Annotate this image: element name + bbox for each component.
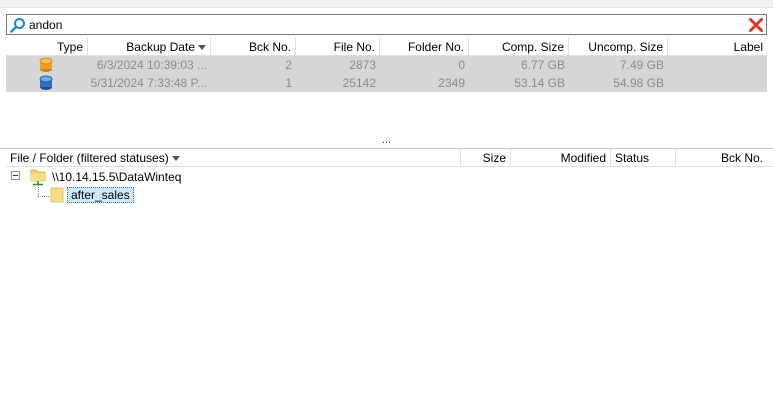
cell-comp-size: 53.14 GB — [514, 76, 565, 90]
top-strip — [0, 0, 773, 8]
search-bar — [6, 14, 767, 35]
col-label[interactable]: Label — [668, 38, 767, 56]
cell-uncomp-size: 7.49 GB — [619, 58, 664, 72]
tree-line — [38, 185, 39, 196]
cell-file-no: 2873 — [349, 58, 376, 72]
folder-icon — [50, 187, 64, 203]
collapse-toggle[interactable] — [11, 171, 20, 180]
cell-label — [668, 74, 767, 92]
cell-folder-no: 2349 — [438, 76, 465, 90]
database-icon — [39, 57, 53, 72]
cell-label — [668, 56, 767, 74]
col-folder-no[interactable]: Folder No. — [380, 38, 469, 56]
backups-header: Type Backup Date Bck No. File No. Folder… — [6, 38, 767, 56]
tree-node-root[interactable]: \\10.14.15.5\DataWinteq — [52, 170, 181, 184]
sort-desc-icon — [198, 45, 206, 51]
cell-file-no: 25142 — [342, 76, 376, 90]
col-bck-no[interactable]: Bck No. — [211, 38, 296, 56]
cell-comp-size: 6.77 GB — [520, 58, 565, 72]
col-size[interactable]: Size — [461, 149, 511, 167]
backup-row[interactable]: 6/3/2024 10:39:03 ... 2 2873 0 6.77 GB 7… — [6, 56, 767, 74]
database-icon — [39, 75, 53, 90]
cell-bck-no: 2 — [285, 58, 292, 72]
col-status[interactable]: Status — [611, 149, 676, 167]
search-input[interactable] — [29, 16, 729, 33]
cell-bck-no: 1 — [285, 76, 292, 90]
col-bck-no[interactable]: Bck No. — [676, 149, 767, 167]
tree-node-after-sales[interactable]: after_sales — [67, 187, 134, 203]
col-type[interactable]: Type — [6, 38, 88, 56]
files-grid: File / Folder (filtered statuses) Size M… — [6, 149, 773, 167]
backups-grid: Type Backup Date Bck No. File No. Folder… — [6, 38, 767, 92]
files-header: File / Folder (filtered statuses) Size M… — [6, 149, 773, 167]
backup-row[interactable]: 5/31/2024 7:33:48 P... 1 25142 2349 53.1… — [6, 74, 767, 92]
network-folder-icon — [30, 169, 46, 186]
cell-folder-no: 0 — [458, 58, 465, 72]
search-icon — [10, 18, 25, 33]
col-comp-size[interactable]: Comp. Size — [469, 38, 569, 56]
clear-search-icon[interactable] — [748, 17, 764, 33]
filter-dropdown-icon[interactable] — [171, 156, 180, 162]
col-modified[interactable]: Modified — [511, 149, 611, 167]
col-uncomp-size[interactable]: Uncomp. Size — [569, 38, 668, 56]
cell-backup-date: 6/3/2024 10:39:03 ... — [96, 58, 207, 72]
col-backup-date[interactable]: Backup Date — [88, 38, 211, 56]
tree-line — [38, 196, 49, 197]
col-file-no[interactable]: File No. — [296, 38, 380, 56]
pane-splitter[interactable]: ... — [0, 135, 773, 148]
cell-backup-date: 5/31/2024 7:33:48 P... — [90, 76, 207, 90]
cell-uncomp-size: 54.98 GB — [613, 76, 664, 90]
col-file-folder[interactable]: File / Folder (filtered statuses) — [6, 149, 461, 167]
